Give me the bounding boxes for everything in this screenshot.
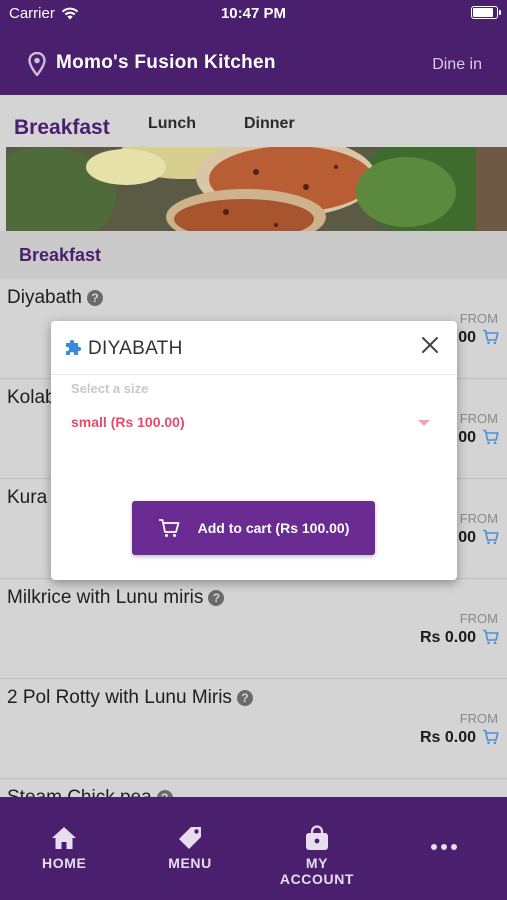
cart-icon[interactable] (482, 429, 499, 445)
from-label: FROM (459, 411, 498, 426)
menu-item-name: 2 Pol Rotty with Lunu Miris (7, 687, 232, 708)
chevron-down-icon[interactable] (418, 420, 430, 426)
cart-icon[interactable] (482, 329, 499, 345)
menu-item-name-row: Diyabath ? (7, 287, 103, 309)
price: Rs 0.00 (419, 629, 476, 646)
category-banner-image (6, 147, 507, 231)
dialog-header: DIYABATH (51, 321, 457, 375)
menu-item-name-row: Kura (7, 487, 47, 509)
tab-lunch[interactable]: Lunch (148, 115, 196, 133)
add-to-cart-label: Add to cart (Rs 100.00) (197, 520, 350, 536)
add-to-cart-button[interactable]: Add to cart (Rs 100.00) (132, 501, 375, 555)
from-label: FROM (459, 311, 498, 326)
bottom-nav: HOME MENU MY ACCOUNT (0, 797, 507, 900)
size-select-dialog: DIYABATH Select a size small (Rs 100.00)… (51, 321, 457, 580)
restaurant-name[interactable]: Momo's Fusion Kitchen (56, 52, 276, 74)
header-row: Momo's Fusion Kitchen Dine in (0, 48, 507, 82)
price: Rs 0.00 (419, 729, 476, 746)
menu-item-name: Diyabath (7, 287, 82, 308)
nav-menu[interactable]: MENU (168, 825, 212, 871)
info-icon[interactable]: ? (87, 290, 103, 306)
location-pin-icon[interactable] (28, 52, 46, 76)
nav-my-account-label: MY ACCOUNT (279, 855, 355, 887)
section-title: Breakfast (19, 245, 102, 265)
info-icon[interactable]: ? (236, 690, 253, 706)
menu-item-name-row: Milkrice with Lunu miris ? (7, 587, 225, 609)
menu-item-name-row: 2 Pol Rotty with Lunu Miris ? (7, 687, 253, 709)
cart-icon[interactable] (482, 729, 499, 745)
battery-icon (471, 6, 501, 19)
info-icon[interactable]: ? (208, 590, 225, 606)
close-icon[interactable] (419, 334, 441, 356)
meal-tabs: Breakfast Lunch Dinner (0, 95, 507, 147)
dialog-title: DIYABATH (88, 338, 183, 359)
nav-my-account[interactable]: MY ACCOUNT (268, 825, 366, 887)
from-label: FROM (459, 611, 498, 626)
size-select[interactable]: small (Rs 100.00) (71, 414, 185, 430)
home-icon (52, 827, 76, 849)
cart-icon[interactable] (482, 629, 499, 645)
tab-breakfast[interactable]: Breakfast (14, 116, 110, 140)
from-label: FROM (459, 511, 498, 526)
menu-item[interactable]: 2 Pol Rotty with Lunu Miris ? FROM Rs 0.… (0, 679, 507, 779)
menu-item-name: Kura (7, 487, 48, 508)
menu-item-name-row: Kolab (7, 387, 56, 409)
nav-home-label: HOME (42, 855, 87, 871)
more-icon[interactable] (431, 844, 457, 850)
bag-icon (306, 825, 328, 850)
nav-home[interactable]: HOME (42, 825, 86, 871)
status-bar: Carrier 10:47 PM (0, 0, 507, 28)
tag-icon (179, 827, 201, 849)
menu-item-name: Milkrice with Lunu miris (7, 587, 204, 608)
nav-menu-label: MENU (168, 855, 212, 871)
from-label: FROM (459, 711, 498, 726)
cart-icon (158, 519, 180, 537)
menu-item[interactable]: Milkrice with Lunu miris ? FROM Rs 0.00 (0, 579, 507, 679)
puzzle-icon (66, 339, 82, 355)
size-select-label: Select a size (71, 381, 149, 396)
cart-icon[interactable] (482, 529, 499, 545)
app-header: Carrier 10:47 PM Momo's Fusion Kitchen D… (0, 0, 507, 95)
menu-item-name: Kolab (7, 387, 56, 408)
dine-in-toggle[interactable]: Dine in (432, 56, 482, 74)
clock: 10:47 PM (220, 5, 287, 22)
section-header: Breakfast (0, 231, 507, 279)
tab-dinner[interactable]: Dinner (244, 115, 295, 133)
